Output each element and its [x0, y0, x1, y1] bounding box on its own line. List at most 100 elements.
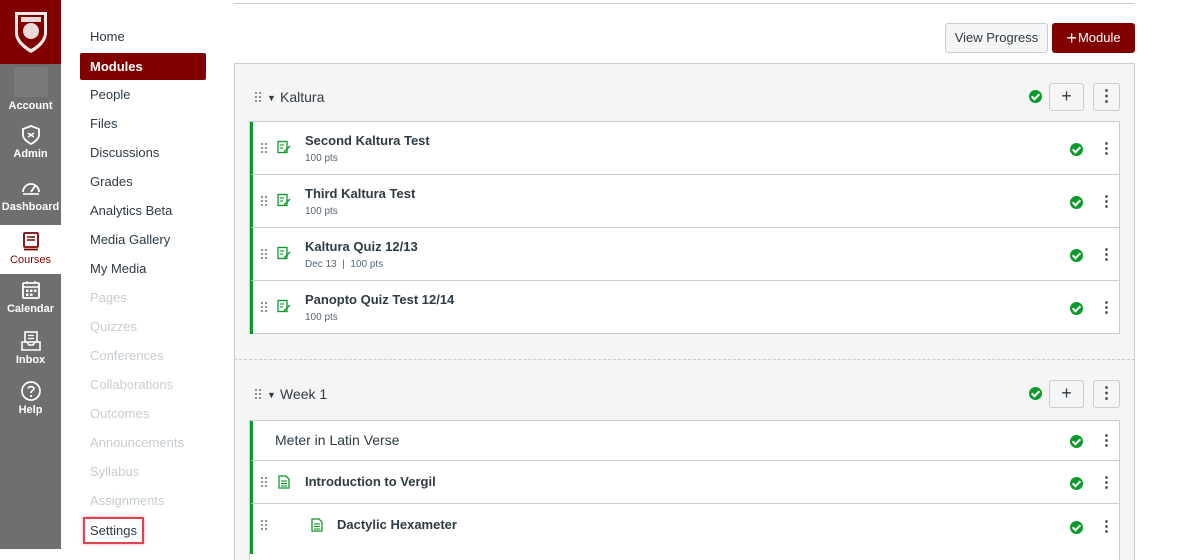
item-title[interactable]: Introduction to Vergil — [305, 474, 436, 489]
nav-dashboard-label: Dashboard — [1, 201, 60, 213]
help-icon — [20, 381, 41, 401]
module-item[interactable]: Kaltura Quiz 12/13 Dec 13 | 100 pts ⋮ — [250, 228, 1119, 281]
item-options-icon[interactable]: ⋮ — [1099, 517, 1114, 535]
drag-handle-icon[interactable] — [254, 388, 261, 401]
drag-handle-icon[interactable] — [260, 248, 267, 261]
item-title[interactable]: Third Kaltura Test — [305, 186, 415, 201]
course-nav-settings[interactable]: Settings — [80, 517, 206, 546]
module-item[interactable]: Dactylic Hexameter ⋮ — [250, 504, 1119, 554]
module-header[interactable]: ▼ Week 1 + ⋮ — [235, 360, 1134, 418]
course-nav-pages[interactable]: Pages — [80, 285, 206, 314]
module-options-button[interactable]: ⋮ — [1093, 83, 1120, 111]
course-nav-home[interactable]: Home — [80, 24, 206, 53]
modules-list: ▼ Kaltura + ⋮ Second Kaltura Test 100 pt… — [234, 63, 1135, 560]
module-header[interactable]: ▼ Kaltura + ⋮ — [235, 64, 1134, 122]
nav-admin[interactable]: Admin — [0, 124, 61, 170]
nav-account[interactable]: Account — [0, 67, 61, 117]
item-options-icon[interactable]: ⋮ — [1099, 139, 1114, 157]
nav-help[interactable]: Help — [0, 380, 61, 426]
course-nav-discussions[interactable]: Discussions — [80, 140, 206, 169]
add-module-button[interactable]: +Module — [1052, 23, 1135, 53]
item-options-icon[interactable]: ⋮ — [1099, 298, 1114, 316]
quiz-icon — [277, 193, 291, 207]
account-avatar — [13, 67, 48, 97]
module-item[interactable]: Second Kaltura Test 100 pts ⋮ — [250, 122, 1119, 175]
calendar-icon — [21, 281, 40, 299]
nav-account-label: Account — [8, 100, 53, 112]
item-options-icon[interactable]: ⋮ — [1099, 431, 1114, 449]
course-navigation: Home Modules People Files Discussions Gr… — [80, 24, 206, 546]
add-item-button[interactable]: + — [1049, 83, 1084, 111]
module-subheader[interactable]: Meter in Latin Verse ⋮ — [250, 421, 1119, 461]
module-item[interactable]: Introduction to Vergil ⋮ — [250, 461, 1119, 504]
view-progress-button[interactable]: View Progress — [945, 23, 1048, 53]
completed-check-icon — [1070, 249, 1083, 262]
course-nav-files[interactable]: Files — [80, 111, 206, 140]
course-nav-syllabus[interactable]: Syllabus — [80, 459, 206, 488]
drag-handle-icon[interactable] — [260, 142, 267, 155]
inbox-icon — [20, 331, 41, 351]
completed-check-icon — [1029, 387, 1042, 400]
course-nav-announcements[interactable]: Announcements — [80, 430, 206, 459]
completed-check-icon — [1070, 477, 1083, 490]
item-title[interactable]: Dactylic Hexameter — [337, 517, 457, 532]
item-title[interactable]: Second Kaltura Test — [305, 133, 430, 148]
module-item[interactable]: Panopto Quiz Test 12/14 100 pts ⋮ — [250, 281, 1119, 334]
course-nav-my-media[interactable]: My Media — [80, 256, 206, 285]
completed-check-icon — [1070, 143, 1083, 156]
nav-inbox-label: Inbox — [15, 354, 46, 366]
item-meta: Dec 13 | 100 pts — [305, 259, 384, 270]
course-nav-grades[interactable]: Grades — [80, 169, 206, 198]
drag-handle-icon[interactable] — [260, 195, 267, 208]
drag-handle-icon[interactable] — [260, 301, 267, 314]
global-navigation: Account Admin Dashboard Courses Calendar… — [0, 0, 61, 549]
page-icon — [311, 518, 323, 532]
course-nav-assignments[interactable]: Assignments — [80, 488, 206, 517]
module-title: Kaltura — [280, 89, 325, 105]
item-meta: 100 pts — [305, 153, 338, 164]
item-title[interactable]: Panopto Quiz Test 12/14 — [305, 292, 454, 307]
course-nav-modules[interactable]: Modules — [80, 53, 206, 80]
nav-help-label: Help — [18, 404, 43, 416]
item-options-icon[interactable]: ⋮ — [1099, 245, 1114, 263]
completed-check-icon — [1070, 196, 1083, 209]
nav-courses[interactable]: Courses — [0, 225, 61, 274]
dashboard-gauge-icon — [21, 183, 40, 195]
collapse-caret-icon[interactable]: ▼ — [267, 93, 276, 103]
course-nav-conferences[interactable]: Conferences — [80, 343, 206, 372]
quiz-icon — [277, 140, 291, 154]
drag-handle-icon[interactable] — [260, 519, 267, 532]
item-meta: 100 pts — [305, 206, 338, 217]
book-icon — [22, 232, 39, 251]
item-options-icon[interactable]: ⋮ — [1099, 473, 1114, 491]
nav-inbox[interactable]: Inbox — [0, 330, 61, 376]
shield-icon — [21, 125, 40, 146]
subheader-title: Meter in Latin Verse — [275, 432, 400, 448]
add-item-button[interactable]: + — [1049, 380, 1084, 408]
item-options-icon[interactable]: ⋮ — [1099, 192, 1114, 210]
module-items: Second Kaltura Test 100 pts ⋮ Third Kalt… — [249, 121, 1120, 334]
collapse-caret-icon[interactable]: ▼ — [267, 390, 276, 400]
nav-dashboard[interactable]: Dashboard — [0, 177, 61, 223]
item-title[interactable]: Kaltura Quiz 12/13 — [305, 239, 418, 254]
nav-courses-label: Courses — [10, 254, 51, 266]
module-item[interactable]: Third Kaltura Test 100 pts ⋮ — [250, 175, 1119, 228]
drag-handle-icon[interactable] — [254, 91, 261, 104]
nav-admin-label: Admin — [13, 148, 48, 160]
completed-check-icon — [1070, 302, 1083, 315]
quiz-icon — [277, 246, 291, 260]
university-logo[interactable] — [0, 0, 61, 64]
course-nav-people[interactable]: People — [80, 82, 206, 111]
nav-calendar[interactable]: Calendar — [0, 279, 61, 325]
page-icon — [278, 475, 290, 489]
module-kaltura: ▼ Kaltura + ⋮ Second Kaltura Test 100 pt… — [234, 63, 1135, 360]
module-options-button[interactable]: ⋮ — [1093, 380, 1120, 408]
course-nav-media-gallery[interactable]: Media Gallery — [80, 227, 206, 256]
course-nav-collaborations[interactable]: Collaborations — [80, 372, 206, 401]
course-nav-outcomes[interactable]: Outcomes — [80, 401, 206, 430]
drag-handle-icon[interactable] — [260, 476, 267, 489]
completed-check-icon — [1029, 90, 1042, 103]
course-nav-settings-label: Settings — [83, 517, 144, 544]
course-nav-analytics-beta[interactable]: Analytics Beta — [80, 198, 206, 227]
course-nav-quizzes[interactable]: Quizzes — [80, 314, 206, 343]
